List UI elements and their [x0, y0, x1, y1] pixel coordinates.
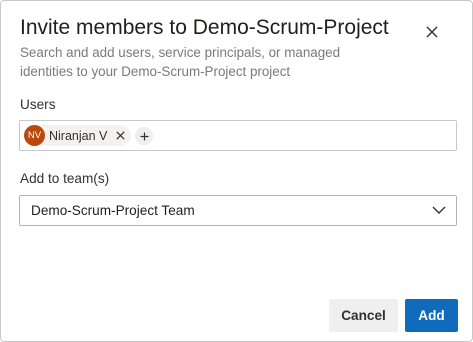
- remove-user-button[interactable]: [113, 129, 127, 143]
- plus-icon: [140, 132, 148, 140]
- dialog-subtitle: Search and add users, service principals…: [20, 45, 341, 79]
- user-chip: NV Niranjan V: [24, 125, 132, 146]
- user-chip-name: Niranjan V: [49, 128, 108, 143]
- chevron-down-icon: [432, 206, 446, 214]
- add-button[interactable]: Add: [405, 299, 458, 332]
- avatar: NV: [24, 125, 45, 146]
- users-picker-field[interactable]: NV Niranjan V: [19, 120, 457, 151]
- team-dropdown-value: Demo-Scrum-Project Team: [31, 203, 195, 218]
- close-icon: [426, 26, 438, 38]
- team-label: Add to team(s): [20, 171, 110, 186]
- invite-members-dialog: Invite members to Demo-Scrum-Project Sea…: [0, 0, 473, 342]
- add-user-button[interactable]: [135, 127, 153, 145]
- close-icon: [116, 131, 125, 140]
- users-label: Users: [20, 97, 56, 112]
- close-button[interactable]: [421, 21, 443, 43]
- team-dropdown[interactable]: Demo-Scrum-Project Team: [19, 195, 457, 226]
- cancel-button[interactable]: Cancel: [329, 299, 398, 332]
- dialog-title: Invite members to Demo-Scrum-Project: [20, 16, 389, 39]
